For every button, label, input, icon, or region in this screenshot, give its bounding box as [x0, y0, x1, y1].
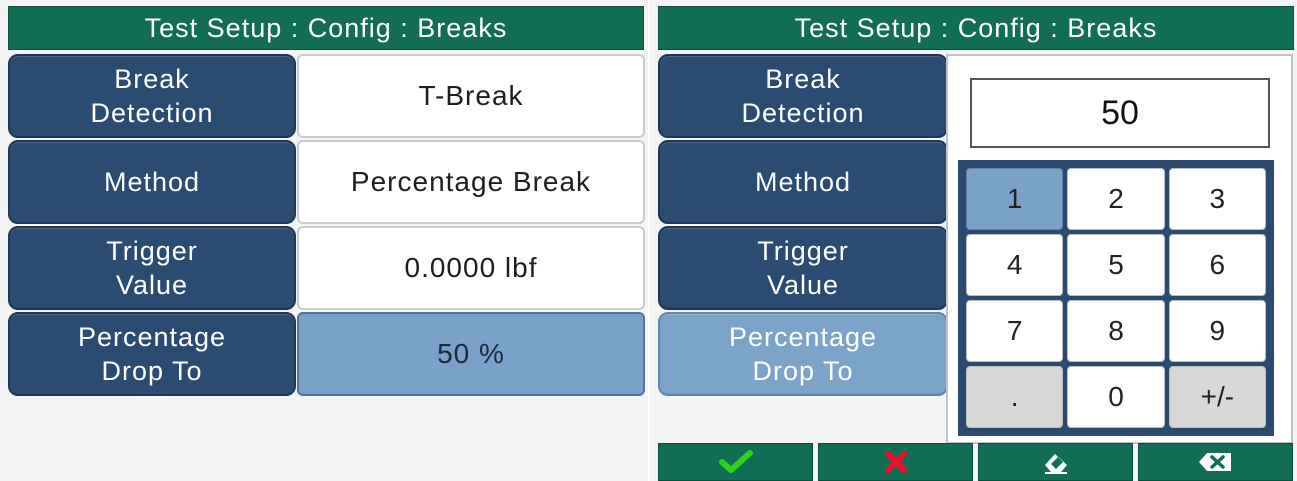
break-detection-label: Break Detection: [8, 54, 296, 138]
key-3[interactable]: 3: [1168, 168, 1266, 230]
method-value[interactable]: Percentage Break: [297, 140, 645, 224]
backspace-icon: [1198, 453, 1231, 471]
key-7[interactable]: 7: [966, 300, 1064, 362]
keypad-grid: 1 2 3 4 5 6 7 8 9 . 0 +/-: [958, 160, 1274, 436]
x-icon: [884, 451, 907, 473]
confirm-button[interactable]: [658, 443, 813, 481]
break-detection-label: Break Detection: [658, 54, 948, 138]
key-4[interactable]: 4: [966, 234, 1064, 296]
key-6[interactable]: 6: [1168, 234, 1266, 296]
screen-title: Test Setup : Config : Breaks: [8, 6, 644, 50]
trigger-value-value[interactable]: 0.0000 lbf: [297, 226, 645, 310]
trigger-value-label: Trigger Value: [658, 226, 948, 310]
config-breaks-screen: Test Setup : Config : Breaks Break Detec…: [0, 0, 648, 481]
method-label: Method: [658, 140, 948, 224]
key-8[interactable]: 8: [1067, 300, 1165, 362]
key-9[interactable]: 9: [1168, 300, 1266, 362]
config-breaks-keypad-screen: Test Setup : Config : Breaks Break Detec…: [650, 0, 1297, 481]
key-0[interactable]: 0: [1067, 366, 1165, 428]
keypad-display: 50: [970, 78, 1270, 148]
numeric-keypad-popup: 50 1 2 3 4 5 6 7 8 9 . 0 +/-: [946, 54, 1293, 444]
percentage-drop-to-label: Percentage Drop To: [658, 312, 948, 396]
key-1[interactable]: 1: [966, 168, 1064, 230]
key-2[interactable]: 2: [1067, 168, 1165, 230]
key-plus-minus[interactable]: +/-: [1168, 366, 1266, 428]
key-5[interactable]: 5: [1067, 234, 1165, 296]
break-detection-value[interactable]: T-Break: [297, 54, 645, 138]
backspace-button[interactable]: [1138, 443, 1293, 481]
method-label: Method: [8, 140, 296, 224]
eraser-icon: [1044, 454, 1067, 474]
percentage-drop-to-value[interactable]: 50 %: [297, 312, 645, 396]
check-icon: [718, 450, 753, 473]
percentage-drop-to-label: Percentage Drop To: [8, 312, 296, 396]
trigger-value-label: Trigger Value: [8, 226, 296, 310]
key-decimal[interactable]: .: [966, 366, 1064, 428]
cancel-button[interactable]: [818, 443, 973, 481]
screen-title: Test Setup : Config : Breaks: [658, 6, 1294, 50]
clear-button[interactable]: [978, 443, 1133, 481]
